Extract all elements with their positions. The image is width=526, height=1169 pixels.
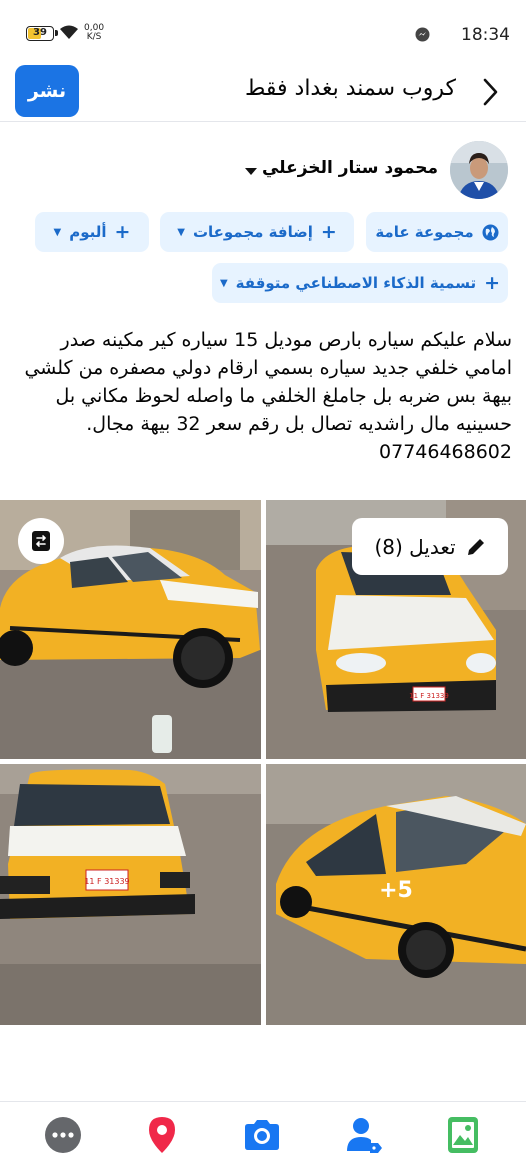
status-bar: 39 0,00 K/S 18:34 (0, 0, 526, 62)
clock: 18:34 (461, 25, 510, 45)
plate-text: 11 F 31339 (409, 692, 449, 700)
group-title: كروب سمند بغداد فقط (245, 76, 456, 101)
publish-button[interactable]: نشر (15, 65, 79, 117)
header: نشر كروب سمند بغداد فقط (0, 62, 526, 122)
battery-icon: 39 (26, 26, 58, 41)
globe-icon (482, 224, 499, 240)
caret-down-icon[interactable] (244, 167, 258, 176)
camera-icon[interactable] (242, 1115, 282, 1155)
plus-icon: + (484, 271, 501, 294)
avatar[interactable] (450, 141, 508, 199)
plus-icon: + (320, 220, 337, 243)
plus-icon: + (114, 220, 131, 243)
photo-3[interactable]: 11 F 31339 (0, 764, 261, 1025)
caret-down-icon: ▼ (219, 277, 228, 289)
network-speed: 0,00 K/S (84, 23, 105, 42)
battery-level: 39 (33, 27, 47, 38)
pencil-icon (467, 538, 484, 555)
add-groups-label: إضافة مجموعات (192, 223, 313, 241)
swap-icon (32, 531, 50, 551)
caret-down-icon: ▼ (53, 226, 62, 238)
audience-label: مجموعة عامة (375, 223, 474, 241)
add-groups-pill[interactable]: + إضافة مجموعات ▼ (160, 212, 354, 252)
more-photos-count[interactable]: +5 (366, 878, 426, 903)
edit-label: تعديل (8) (374, 534, 456, 559)
photo-gallery-icon[interactable] (443, 1115, 483, 1155)
ai-label-pill[interactable]: + تسمية الذكاء الاصطناعي متوقفة ▼ (212, 263, 508, 303)
plate-text: 11 F 31339 (84, 877, 129, 886)
messenger-icon (415, 27, 430, 42)
more-icon[interactable] (43, 1115, 83, 1155)
caret-down-icon: ▼ (177, 226, 185, 238)
audience-pill[interactable]: مجموعة عامة (366, 212, 508, 252)
reorder-button[interactable] (18, 518, 64, 564)
bottom-nav (0, 1101, 526, 1169)
edit-photos-button[interactable]: تعديل (8) (352, 518, 508, 575)
album-label: ألبوم (69, 223, 107, 241)
location-icon[interactable] (142, 1115, 182, 1155)
album-pill[interactable]: + ألبوم ▼ (35, 212, 149, 252)
author-name[interactable]: محمود ستار الخزعلي (262, 158, 438, 178)
back-arrow-icon[interactable] (482, 78, 498, 106)
ai-label-text: تسمية الذكاء الاصطناعي متوقفة (235, 274, 477, 292)
post-text[interactable]: سلام عليكم سياره بارص موديل 15 سياره كير… (22, 326, 512, 466)
tag-people-icon[interactable] (344, 1115, 384, 1155)
wifi-icon (60, 25, 78, 39)
